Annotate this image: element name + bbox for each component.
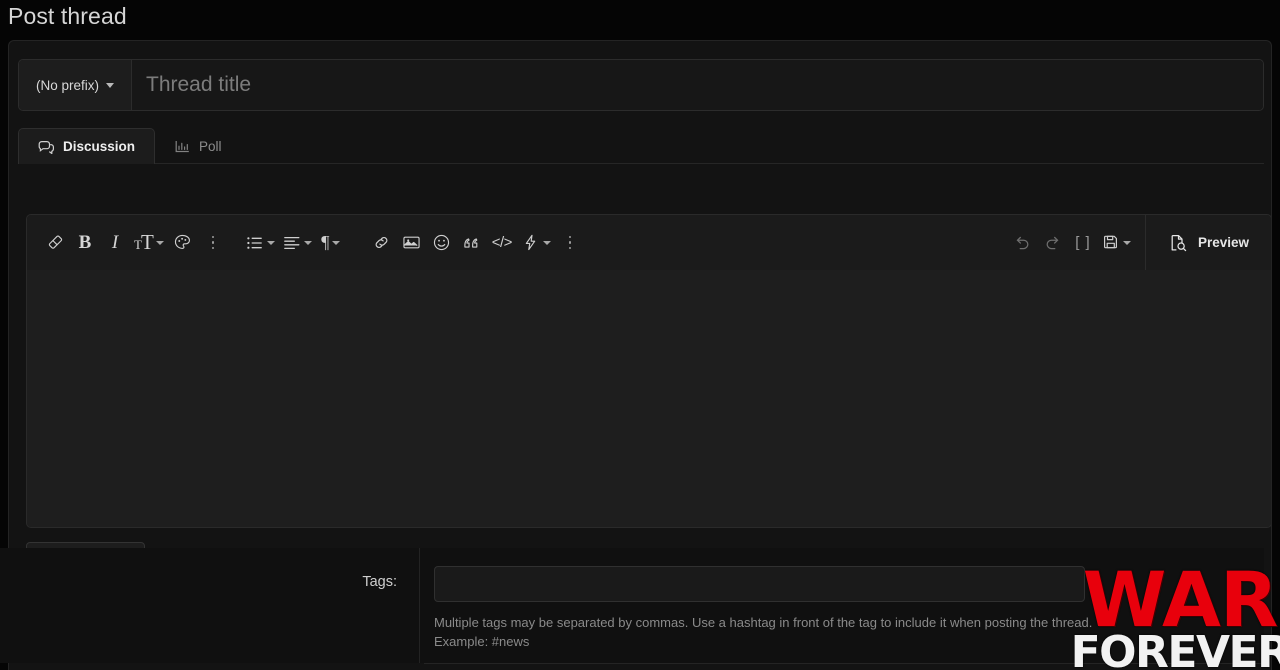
floppy-disk-icon bbox=[1102, 234, 1120, 252]
bold-icon: B bbox=[78, 231, 92, 253]
prefix-select[interactable]: (No prefix) bbox=[19, 60, 132, 110]
message-editor-body[interactable] bbox=[27, 270, 1271, 527]
paragraph-format-button[interactable]: ¶ bbox=[316, 226, 346, 260]
text-color-button[interactable] bbox=[168, 226, 198, 260]
chevron-down-icon bbox=[332, 240, 341, 245]
brackets-icon: [ ] bbox=[1075, 234, 1091, 251]
editor-tabs: Discussion Poll bbox=[18, 127, 1264, 164]
prefix-select-label: (No prefix) bbox=[35, 77, 99, 93]
more-insert-button[interactable] bbox=[555, 226, 585, 260]
preview-button-label: Preview bbox=[1197, 235, 1249, 250]
tags-hint-line-1: Multiple tags may be separated by commas… bbox=[434, 615, 1093, 630]
document-search-icon bbox=[1168, 233, 1188, 253]
tags-label-column: Tags: bbox=[0, 548, 420, 663]
tags-input[interactable] bbox=[434, 566, 1085, 602]
list-button[interactable] bbox=[242, 226, 279, 260]
font-size-icon: TT bbox=[134, 230, 154, 254]
page-title: Post thread bbox=[8, 3, 127, 29]
chevron-down-icon bbox=[542, 240, 551, 245]
remove-formatting-button[interactable] bbox=[40, 226, 70, 260]
italic-button[interactable]: I bbox=[100, 226, 130, 260]
vertical-dots-icon bbox=[211, 235, 215, 250]
font-size-button[interactable]: TT bbox=[130, 226, 168, 260]
tab-poll-label: Poll bbox=[199, 139, 222, 154]
vertical-dots-icon bbox=[568, 235, 572, 250]
smiley-icon bbox=[432, 233, 451, 252]
insert-emoji-button[interactable] bbox=[427, 226, 457, 260]
align-button[interactable] bbox=[279, 226, 316, 260]
redo-icon bbox=[1043, 233, 1062, 252]
editor-toolbar-left: B I TT ¶ </> bbox=[27, 226, 1008, 260]
tags-input-column: Multiple tags may be separated by commas… bbox=[420, 548, 1264, 663]
toggle-bb-code-button[interactable]: [ ] bbox=[1068, 226, 1098, 260]
preview-button[interactable]: Preview bbox=[1146, 215, 1271, 270]
undo-button[interactable] bbox=[1008, 226, 1038, 260]
more-inline-button[interactable] bbox=[198, 226, 228, 260]
eraser-icon bbox=[46, 233, 65, 252]
tags-section: Tags: Multiple tags may be separated by … bbox=[0, 548, 1264, 663]
tags-hint: Multiple tags may be separated by commas… bbox=[434, 613, 1250, 651]
image-icon bbox=[402, 234, 421, 251]
chevron-down-icon bbox=[303, 240, 312, 245]
align-left-icon bbox=[283, 235, 301, 251]
link-icon bbox=[372, 233, 391, 252]
chevron-down-icon bbox=[106, 82, 114, 88]
thread-title-row: (No prefix) bbox=[18, 59, 1264, 111]
bullet-list-icon bbox=[246, 235, 264, 251]
insert-special-button[interactable] bbox=[517, 226, 555, 260]
palette-icon bbox=[173, 233, 192, 252]
thread-title-input[interactable] bbox=[132, 60, 1263, 110]
chevron-down-icon bbox=[266, 240, 275, 245]
tags-hint-line-2: Example: #news bbox=[434, 634, 530, 649]
chevron-down-icon bbox=[1122, 240, 1131, 245]
insert-link-button[interactable] bbox=[367, 226, 397, 260]
insert-quote-button[interactable] bbox=[457, 226, 487, 260]
chevron-down-icon bbox=[155, 240, 164, 245]
tab-discussion[interactable]: Discussion bbox=[18, 128, 156, 164]
insert-image-button[interactable] bbox=[397, 226, 427, 260]
lightning-icon bbox=[521, 233, 540, 252]
tags-bottom-divider bbox=[424, 663, 1264, 664]
redo-button[interactable] bbox=[1038, 226, 1068, 260]
editor-toolbar: B I TT ¶ </> [] Preview bbox=[27, 215, 1271, 270]
insert-code-button[interactable]: </> bbox=[487, 226, 517, 260]
tab-poll[interactable]: Poll bbox=[155, 128, 242, 164]
comments-icon bbox=[38, 140, 54, 154]
code-icon: </> bbox=[491, 234, 513, 251]
undo-icon bbox=[1013, 233, 1032, 252]
paragraph-icon: ¶ bbox=[321, 232, 330, 252]
tab-discussion-label: Discussion bbox=[63, 139, 136, 154]
editor-toolbar-right: [ ] Preview bbox=[1008, 215, 1271, 270]
quote-icon bbox=[462, 234, 481, 251]
chart-bar-icon bbox=[175, 140, 190, 153]
italic-icon: I bbox=[111, 231, 119, 253]
drafts-button[interactable] bbox=[1098, 226, 1135, 260]
post-thread-page: Post thread (No prefix) Discussion bbox=[0, 0, 1280, 670]
tags-label: Tags: bbox=[362, 574, 397, 590]
bold-button[interactable]: B bbox=[70, 226, 100, 260]
rich-text-editor: B I TT ¶ </> [] Preview bbox=[26, 214, 1271, 528]
